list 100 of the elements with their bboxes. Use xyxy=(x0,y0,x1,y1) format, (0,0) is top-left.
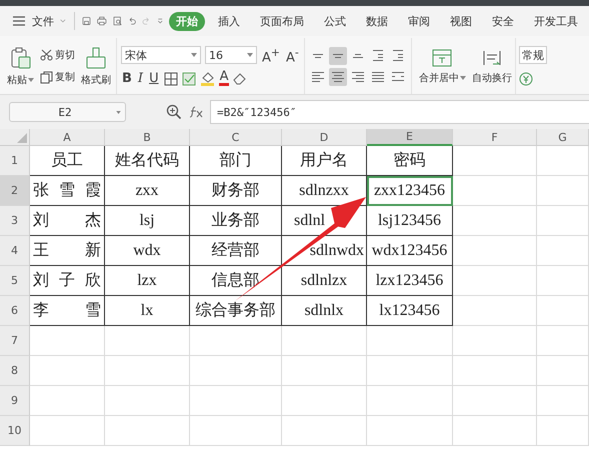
format-painter-button[interactable]: 格式刷 xyxy=(80,46,112,86)
lines-icon xyxy=(312,54,323,58)
paste-button[interactable]: 粘贴 xyxy=(6,46,35,86)
fill-color-icon[interactable] xyxy=(200,71,215,86)
ribbon-tab[interactable]: 安全 xyxy=(485,12,522,30)
lines-icon xyxy=(372,72,384,82)
column-header[interactable]: E xyxy=(367,129,453,146)
row-header[interactable]: 10 xyxy=(0,416,30,446)
column-header[interactable]: D xyxy=(282,129,367,146)
table-cell: 李 雪 xyxy=(30,296,105,326)
ribbon-tab[interactable]: 页面布局 xyxy=(253,12,312,30)
table-cell: lx xyxy=(105,296,190,326)
table-cell: lsj xyxy=(105,206,190,236)
row-header[interactable]: 8 xyxy=(0,356,30,386)
table-cell: 员工 xyxy=(30,146,105,176)
lines-icon xyxy=(332,54,343,58)
column-header[interactable]: G xyxy=(537,129,589,146)
lines-icon xyxy=(332,72,344,82)
table-cell xyxy=(537,416,589,446)
table-cell: wdx xyxy=(105,236,190,266)
column-header[interactable]: C xyxy=(190,129,282,146)
number-format-field[interactable]: 常规 xyxy=(518,46,547,64)
undo-icon[interactable] xyxy=(128,15,136,27)
copy-icon xyxy=(40,70,53,84)
decrease-font-button[interactable]: A$^{-}$ xyxy=(284,46,300,66)
row-header[interactable]: 6 xyxy=(0,296,30,326)
table-cell: zxx123456 xyxy=(367,176,453,206)
align-button[interactable] xyxy=(328,68,347,86)
ribbon-tab[interactable]: 数据 xyxy=(359,12,396,30)
ribbon-tab[interactable]: 开发工具 xyxy=(527,12,586,30)
caret-icon xyxy=(460,76,466,80)
merge-cells-icon xyxy=(431,48,454,68)
dropdown-icon[interactable] xyxy=(156,16,164,26)
table-cell: 经营部 xyxy=(190,236,282,266)
table-cell xyxy=(537,146,589,176)
font-size-field[interactable]: 16 xyxy=(205,46,257,64)
function-icon[interactable] xyxy=(188,105,204,119)
table-cell: 张 雪 霞 xyxy=(30,176,105,206)
lines-icon xyxy=(392,72,404,81)
cell-style-icon[interactable] xyxy=(182,72,196,86)
row-header[interactable]: 5 xyxy=(0,266,30,296)
ribbon-tab[interactable]: 视图 xyxy=(443,12,480,30)
table-cell xyxy=(537,296,589,326)
lines-icon xyxy=(392,50,403,61)
row-header[interactable]: 9 xyxy=(0,386,30,416)
ribbon-tab[interactable]: 审阅 xyxy=(401,12,438,30)
file-menu[interactable]: 文件 xyxy=(32,14,54,28)
ribbon-tab[interactable]: 插入 xyxy=(211,12,248,30)
row-header[interactable]: 3 xyxy=(0,206,30,236)
menu-icon[interactable] xyxy=(12,15,26,27)
lines-icon xyxy=(352,54,363,58)
cut-button[interactable]: 剪切 xyxy=(40,48,75,62)
table-cell: 部门 xyxy=(190,146,282,176)
lines-icon xyxy=(352,72,364,82)
font-color-button[interactable]: A xyxy=(218,71,230,86)
borders-icon[interactable] xyxy=(164,72,178,86)
align-button[interactable] xyxy=(328,46,347,64)
table-cell: 王 新 xyxy=(30,236,105,266)
caret-icon xyxy=(28,78,34,82)
table-cell: sdlnlx xyxy=(282,296,367,326)
zoom-icon[interactable] xyxy=(166,104,182,120)
font-name-field[interactable]: 宋体 xyxy=(121,46,201,64)
row-header[interactable]: 1 xyxy=(0,146,30,176)
ribbon-tab[interactable]: 公式 xyxy=(317,12,354,30)
table-cell xyxy=(537,236,589,266)
currency-icon[interactable] xyxy=(518,72,533,86)
copy-button[interactable]: 复制 xyxy=(40,70,75,84)
name-box[interactable]: E2 xyxy=(9,102,126,122)
table-cell: lzx123456 xyxy=(367,266,453,296)
table-cell: lsj123456 xyxy=(367,206,453,236)
row-header[interactable]: 7 xyxy=(0,326,30,356)
eraser-icon[interactable] xyxy=(233,72,248,86)
table-cell xyxy=(537,386,589,416)
formula-field[interactable]: =B2&″123456″ xyxy=(210,100,589,124)
italic-button[interactable]: I xyxy=(136,71,144,86)
lines-icon xyxy=(372,50,383,61)
table-cell: 财务部 xyxy=(190,176,282,206)
print-icon[interactable] xyxy=(97,14,107,28)
row-header[interactable]: 4 xyxy=(0,236,30,266)
save-icon[interactable] xyxy=(82,14,92,28)
column-header[interactable]: F xyxy=(453,129,537,146)
clipboard-icon xyxy=(8,46,32,70)
merge-center-button[interactable]: 合并居中 xyxy=(416,38,469,94)
redo-icon xyxy=(142,15,151,27)
underline-button[interactable]: U xyxy=(148,71,160,86)
table-cell: sdlnlzx xyxy=(282,266,367,296)
column-header[interactable]: B xyxy=(105,129,190,146)
row-header[interactable]: 2 xyxy=(0,176,30,206)
caret-icon xyxy=(247,53,253,58)
table-cell xyxy=(537,326,589,356)
table-cell xyxy=(537,176,589,206)
bold-button[interactable]: B xyxy=(121,71,133,86)
print-preview-icon[interactable] xyxy=(112,14,122,28)
table-cell: 刘 杰 xyxy=(30,206,105,236)
increase-font-button[interactable]: A$^{+}$ xyxy=(261,46,281,66)
table-cell xyxy=(537,266,589,296)
wrap-text-button[interactable]: 自动换行 xyxy=(468,38,515,94)
column-header[interactable]: A xyxy=(30,129,105,146)
paint-brush-icon xyxy=(85,46,107,70)
table-cell xyxy=(537,206,589,236)
